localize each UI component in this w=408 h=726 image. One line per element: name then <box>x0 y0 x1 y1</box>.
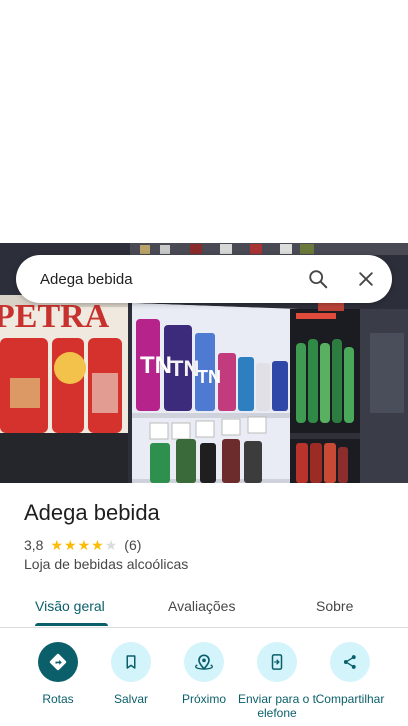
directions-icon <box>49 653 67 671</box>
rating-value: 3,8 <box>24 537 44 553</box>
share-button[interactable]: Compartilhar <box>310 642 390 706</box>
place-category: Loja de bebidas alcoólicas <box>24 556 189 572</box>
can-label-petra: PETRA <box>0 298 110 335</box>
place-name: Adega bebida <box>24 500 160 525</box>
directions-circle <box>38 642 78 682</box>
close-icon <box>359 272 373 286</box>
nearby-circle <box>184 642 224 682</box>
search-bar[interactable]: Adega bebida <box>16 255 392 303</box>
clear-button[interactable] <box>342 255 390 303</box>
star-icon: ★ <box>64 537 77 553</box>
rating-stars: ★ ★ ★ ★ ★ <box>50 538 118 552</box>
nearby-button[interactable]: Próximo <box>164 642 244 706</box>
search-button[interactable] <box>294 255 342 303</box>
star-icon: ★ <box>77 537 91 553</box>
save-button[interactable]: Salvar <box>91 642 171 706</box>
tab-about[interactable]: Sobre <box>316 585 353 627</box>
bookmark-icon <box>126 655 136 669</box>
can-label-tn-3: TN <box>197 367 221 387</box>
nearby-label: Próximo <box>181 692 226 706</box>
share-label: Compartilhar <box>315 692 385 706</box>
star-icon: ★ <box>50 537 64 553</box>
nearby-icon <box>194 654 214 670</box>
star-icon: ★ <box>91 537 104 553</box>
search-icon <box>309 270 328 289</box>
can-label-tn-1: TN <box>140 352 172 379</box>
tab-bar: Visão geral Avaliações Sobre <box>0 585 408 628</box>
send-to-phone-button[interactable]: Enviar para o telefone <box>237 642 317 720</box>
share-circle <box>330 642 370 682</box>
search-input[interactable]: Adega bebida <box>40 271 294 288</box>
directions-label: Rotas <box>42 692 74 706</box>
review-count[interactable]: (6) <box>124 537 141 553</box>
directions-button[interactable]: Rotas <box>18 642 98 706</box>
can-label-tn-2: TN <box>170 356 199 381</box>
star-empty-icon: ★ <box>104 537 118 553</box>
active-tab-indicator <box>35 623 108 626</box>
tab-reviews[interactable]: Avaliações <box>168 585 235 627</box>
map-area <box>0 0 408 243</box>
tab-overview[interactable]: Visão geral <box>35 585 105 627</box>
send-to-phone-label: Enviar para o telefone <box>237 692 317 720</box>
send-to-phone-circle <box>257 642 297 682</box>
save-label: Salvar <box>113 692 148 706</box>
share-icon <box>343 655 356 669</box>
save-circle <box>111 642 151 682</box>
send-to-phone-icon <box>271 654 283 670</box>
action-bar: Rotas Salvar Próximo Enviar para o telef… <box>0 640 408 726</box>
rating-row[interactable]: 3,8 ★ ★ ★ ★ ★ (6) <box>24 536 141 554</box>
